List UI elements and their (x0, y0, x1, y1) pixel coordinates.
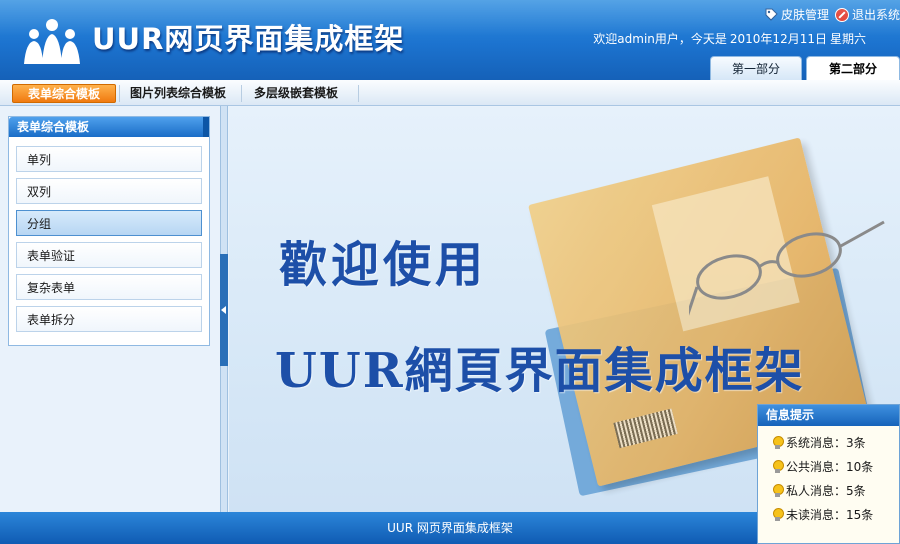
lightbulb-icon (772, 459, 784, 474)
header: UUR网页界面集成框架 皮肤管理 退出系统 欢迎admin用户，今天是 2010年… (0, 0, 900, 80)
top-links: 皮肤管理 退出系统 (765, 6, 900, 23)
nav-divider (241, 85, 242, 102)
sidebar-item-complex-form[interactable]: 复杂表单 (16, 274, 202, 300)
footer-text: UUR 网页界面集成框架 (387, 521, 513, 535)
welcome-subheadline: UUR網頁界面集成框架 (275, 343, 805, 399)
info-panel-title: 信息提示 (758, 405, 899, 426)
info-item-label: 系统消息：3条 (786, 436, 866, 450)
exit-icon (834, 7, 849, 22)
sidebar-item-single-column[interactable]: 单列 (16, 146, 202, 172)
welcome-text: 欢迎admin用户，今天是 2010年12月11日 星期六 (590, 30, 866, 47)
nav-image-list-template[interactable]: 图片列表综合模板 (122, 84, 234, 103)
welcome-headline: 歡迎使用 (279, 237, 488, 293)
current-date: 2010年12月11日 (729, 32, 827, 46)
current-weekday: 星期六 (829, 32, 866, 46)
tag-icon (765, 8, 778, 21)
skin-link[interactable]: 皮肤管理 (765, 6, 829, 23)
nav-form-template[interactable]: 表单综合模板 (12, 84, 116, 103)
sidebar-item-form-split[interactable]: 表单拆分 (16, 306, 202, 332)
exit-link-label: 退出系统 (851, 8, 900, 22)
info-item-label: 私人消息：5条 (786, 484, 866, 498)
glasses-icon (689, 220, 885, 316)
app-title: UUR网页界面集成框架 (92, 22, 405, 56)
sidebar-item-group[interactable]: 分组 (16, 210, 202, 236)
lightbulb-icon (772, 507, 784, 522)
info-item-label: 未读消息：15条 (786, 508, 874, 522)
info-item-label: 公共消息：10条 (786, 460, 874, 474)
sidebar-item-double-column[interactable]: 双列 (16, 178, 202, 204)
sidebar-title: 表单综合模板 (9, 117, 209, 137)
info-item-private[interactable]: 私人消息：5条 (772, 482, 866, 499)
info-item-public[interactable]: 公共消息：10条 (772, 458, 873, 475)
people-group-icon (24, 19, 80, 64)
lightbulb-icon (772, 435, 784, 450)
tab-part-2[interactable]: 第二部分 (806, 56, 900, 80)
nav-bar: 表单综合模板 图片列表综合模板 多层级嵌套模板 (0, 80, 900, 106)
info-panel: 信息提示 系统消息：3条 公共消息：10条 私人消息：5条 未读消息：15条 (757, 404, 900, 544)
welcome-prefix: 欢迎admin用户，今天是 (593, 32, 727, 46)
nav-divider (119, 85, 120, 102)
exit-link[interactable]: 退出系统 (834, 6, 900, 23)
nav-divider (358, 85, 359, 102)
tab-part-1[interactable]: 第一部分 (710, 56, 802, 80)
sidebar-item-validation[interactable]: 表单验证 (16, 242, 202, 268)
collapse-sidebar-handle[interactable] (220, 254, 228, 366)
skin-link-label: 皮肤管理 (780, 8, 829, 22)
sidebar: 表单综合模板 单列 双列 分组 表单验证 复杂表单 表单拆分 (8, 116, 210, 346)
barcode-icon (613, 408, 678, 449)
chevron-left-icon (221, 306, 226, 314)
nav-nested-template[interactable]: 多层级嵌套模板 (246, 84, 346, 103)
lightbulb-icon (772, 483, 784, 498)
info-item-system[interactable]: 系统消息：3条 (772, 434, 866, 451)
info-item-unread[interactable]: 未读消息：15条 (772, 506, 873, 523)
